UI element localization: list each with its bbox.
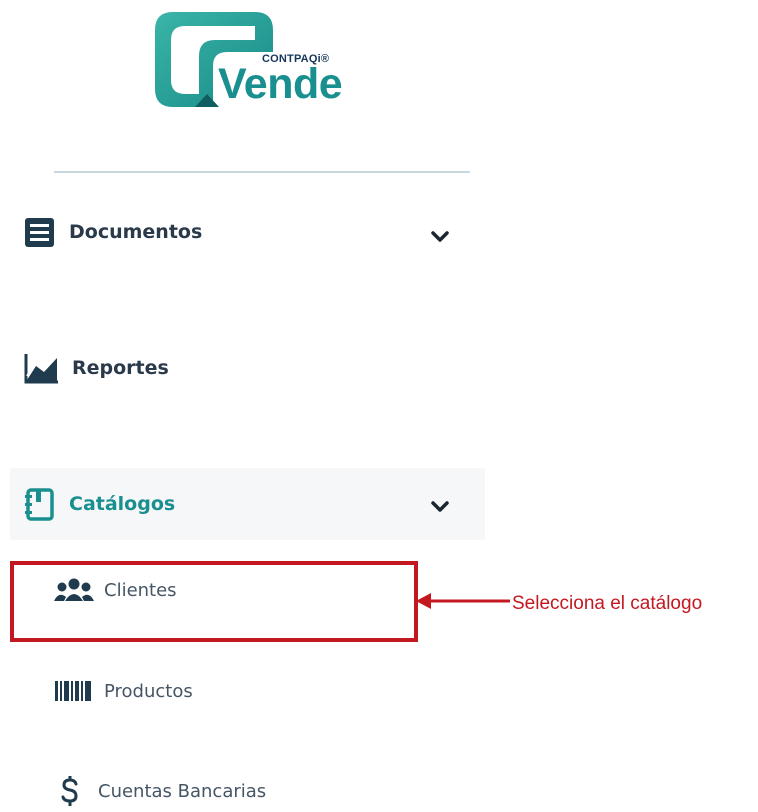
dollar-icon <box>61 776 78 806</box>
sidebar-item-label: Documentos <box>69 221 203 243</box>
barcode-icon <box>55 681 91 701</box>
divider <box>54 171 470 173</box>
contpaqi-vende-logo: CONTPAQi® Vende <box>155 12 370 122</box>
submenu-item-bank-accounts[interactable]: Cuentas Bancarias <box>60 776 266 806</box>
chevron-down-icon[interactable] <box>430 500 450 514</box>
sidebar-item-label: Reportes <box>72 357 169 379</box>
arrow-left-icon <box>416 593 510 609</box>
submenu-item-label: Cuentas Bancarias <box>98 780 267 802</box>
document-list-icon <box>25 217 54 247</box>
chart-line-icon <box>24 353 58 384</box>
highlight-box <box>10 561 418 642</box>
annotation-label: Selecciona el catálogo <box>512 593 703 614</box>
chevron-down-icon[interactable] <box>430 230 450 244</box>
sidebar-item-catalogs[interactable]: Catálogos <box>22 487 175 521</box>
notebook-icon <box>25 487 54 521</box>
sidebar-item-reports[interactable]: Reportes <box>24 350 169 386</box>
logo-brand-big: Vende <box>218 60 343 108</box>
sidebar-item-label: Catálogos <box>69 493 176 515</box>
sidebar-item-documents[interactable]: Documentos <box>24 216 202 248</box>
submenu-item-label: Productos <box>104 680 193 702</box>
submenu-item-products[interactable]: Productos <box>54 678 193 704</box>
